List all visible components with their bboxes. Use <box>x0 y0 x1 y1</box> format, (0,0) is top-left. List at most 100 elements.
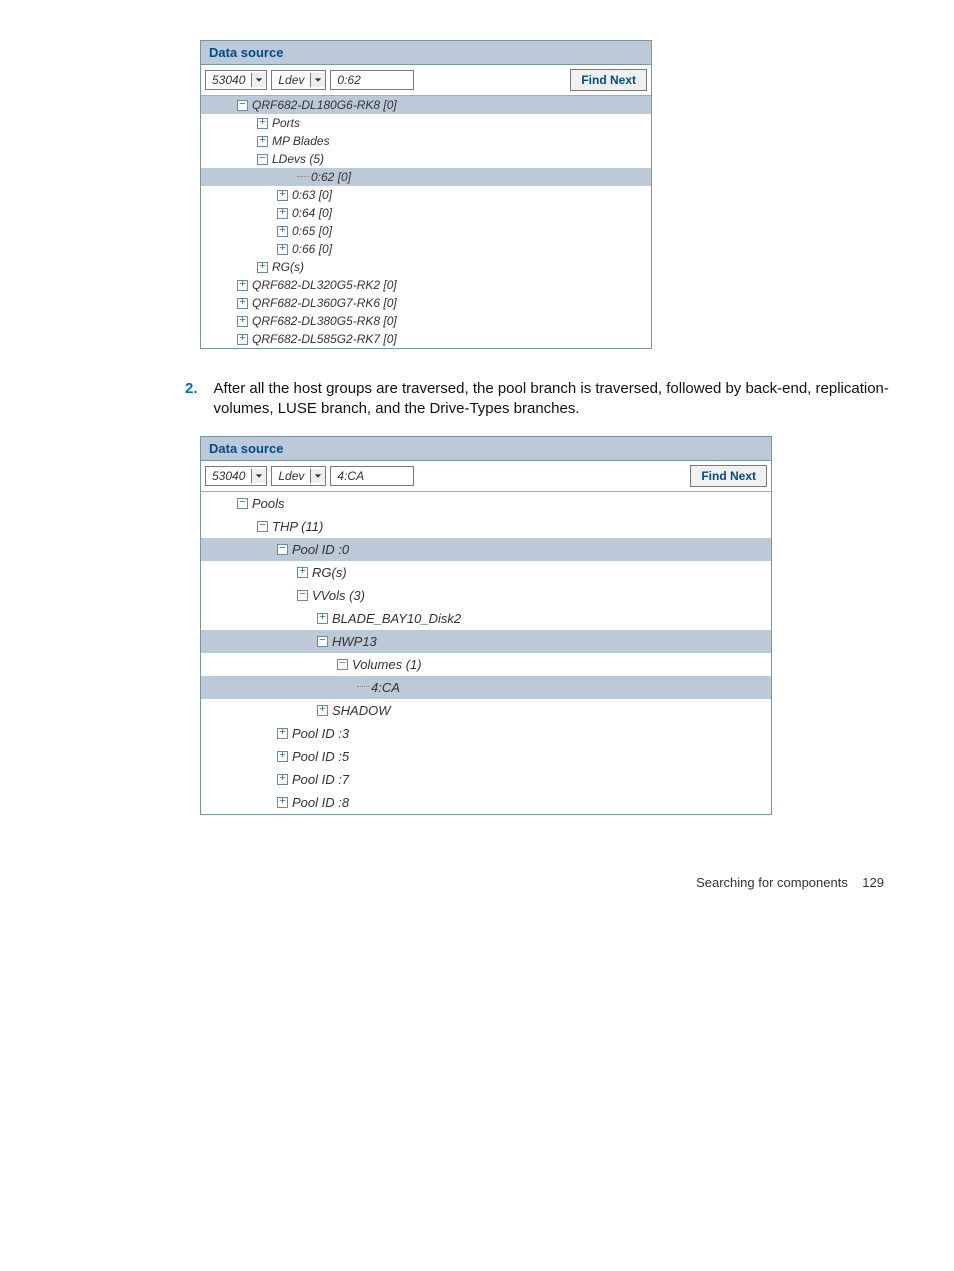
tree-node[interactable]: + Pool ID :8 <box>201 791 771 814</box>
expand-icon[interactable]: + <box>257 136 268 147</box>
search-input[interactable]: 4:CA <box>330 466 414 486</box>
tree-node[interactable]: + RG(s) <box>201 258 651 276</box>
data-source-panel-2: Data source 53040 Ldev 4:CA Find Next <box>200 436 772 815</box>
tree: − Pools − THP (11) − Pool ID :0 + RG(s) … <box>201 492 771 814</box>
tree-node[interactable]: + SHADOW <box>201 699 771 722</box>
tree-node[interactable]: + Pool ID :3 <box>201 722 771 745</box>
expand-icon[interactable]: + <box>277 244 288 255</box>
step-text: After all the host groups are traversed,… <box>214 379 894 420</box>
tree-node[interactable]: + QRF682-DL360G7-RK6 [0] <box>201 294 651 312</box>
collapse-icon[interactable]: − <box>297 590 308 601</box>
array-select[interactable]: 53040 <box>205 70 267 90</box>
expand-icon[interactable]: + <box>237 298 248 309</box>
data-source-panel-1: Data source 53040 Ldev 0:62 Find Next <box>200 40 652 349</box>
tree-node[interactable]: + BLADE_BAY10_Disk2 <box>201 607 771 630</box>
tree-label: 4:CA <box>371 680 400 695</box>
type-select-value: Ldev <box>272 71 310 89</box>
tree-label: Pool ID :8 <box>292 795 349 810</box>
tree-node-selected[interactable]: 0:62 [0] <box>201 168 651 186</box>
tree-node[interactable]: + Ports <box>201 114 651 132</box>
chevron-down-icon <box>310 73 325 87</box>
tree-node[interactable]: − HWP13 <box>201 630 771 653</box>
tree-node[interactable]: + QRF682-DL380G5-RK8 [0] <box>201 312 651 330</box>
toolbar: 53040 Ldev 4:CA Find Next <box>201 461 771 492</box>
tree-label: 0:66 [0] <box>292 242 332 256</box>
array-select[interactable]: 53040 <box>205 466 267 486</box>
tree-label: 0:65 [0] <box>292 224 332 238</box>
expand-icon[interactable]: + <box>237 316 248 327</box>
collapse-icon[interactable]: − <box>277 544 288 555</box>
tree-label: LDevs (5) <box>272 152 324 166</box>
expand-icon[interactable]: + <box>277 797 288 808</box>
type-select[interactable]: Ldev <box>271 70 326 90</box>
collapse-icon[interactable]: − <box>317 636 328 647</box>
collapse-icon[interactable]: − <box>337 659 348 670</box>
expand-icon[interactable]: + <box>317 705 328 716</box>
tree-node[interactable]: + QRF682-DL585G2-RK7 [0] <box>201 330 651 348</box>
tree-label: QRF682-DL585G2-RK7 [0] <box>252 332 397 346</box>
expand-icon[interactable]: + <box>317 613 328 624</box>
tree-label: QRF682-DL380G5-RK8 [0] <box>252 314 397 328</box>
tree-node[interactable]: + 0:66 [0] <box>201 240 651 258</box>
tree-node[interactable]: − VVols (3) <box>201 584 771 607</box>
tree-node[interactable]: − Volumes (1) <box>201 653 771 676</box>
expand-icon[interactable]: + <box>277 190 288 201</box>
tree-label: RG(s) <box>272 260 304 274</box>
tree-node-selected[interactable]: 4:CA <box>201 676 771 699</box>
expand-icon[interactable]: + <box>297 567 308 578</box>
tree-node[interactable]: + Pool ID :5 <box>201 745 771 768</box>
tree-label: THP (11) <box>272 519 323 534</box>
tree-node[interactable]: − Pools <box>201 492 771 515</box>
expand-icon[interactable]: + <box>277 774 288 785</box>
tree-node[interactable]: + 0:65 [0] <box>201 222 651 240</box>
tree-node[interactable]: − THP (11) <box>201 515 771 538</box>
tree-label: Pool ID :5 <box>292 749 349 764</box>
collapse-icon[interactable]: − <box>237 498 248 509</box>
tree-label: 0:62 [0] <box>311 170 351 184</box>
find-next-button[interactable]: Find Next <box>570 69 647 91</box>
tree-label: QRF682-DL180G6-RK8 [0] <box>252 98 397 112</box>
array-select-value: 53040 <box>206 467 251 485</box>
tree-node[interactable]: + 0:63 [0] <box>201 186 651 204</box>
expand-icon[interactable]: + <box>237 334 248 345</box>
collapse-icon[interactable]: − <box>237 100 248 111</box>
expand-icon[interactable]: + <box>257 118 268 129</box>
chevron-down-icon <box>251 469 266 483</box>
tree-node-root[interactable]: − QRF682-DL180G6-RK8 [0] <box>201 96 651 114</box>
tree-node[interactable]: + MP Blades <box>201 132 651 150</box>
expand-icon[interactable]: + <box>257 262 268 273</box>
tree-label: Pool ID :3 <box>292 726 349 741</box>
expand-icon[interactable]: + <box>237 280 248 291</box>
tree-node[interactable]: + Pool ID :7 <box>201 768 771 791</box>
footer-title: Searching for components <box>696 875 848 890</box>
expand-icon[interactable]: + <box>277 751 288 762</box>
expand-icon[interactable]: + <box>277 728 288 739</box>
collapse-icon[interactable]: − <box>257 154 268 165</box>
toolbar: 53040 Ldev 0:62 Find Next <box>201 65 651 96</box>
tree-node[interactable]: + QRF682-DL320G5-RK2 [0] <box>201 276 651 294</box>
tree-label: RG(s) <box>312 565 347 580</box>
page-footer: Searching for components 129 <box>60 875 894 890</box>
array-select-value: 53040 <box>206 71 251 89</box>
tree-label: Pool ID :7 <box>292 772 349 787</box>
type-select-value: Ldev <box>272 467 310 485</box>
find-next-button[interactable]: Find Next <box>690 465 767 487</box>
tree-label: SHADOW <box>332 703 391 718</box>
search-input[interactable]: 0:62 <box>330 70 414 90</box>
tree-label: QRF682-DL320G5-RK2 [0] <box>252 278 397 292</box>
expand-icon[interactable]: + <box>277 208 288 219</box>
tree: − QRF682-DL180G6-RK8 [0] + Ports + MP Bl… <box>201 96 651 348</box>
chevron-down-icon <box>310 469 325 483</box>
tree-label: HWP13 <box>332 634 377 649</box>
tree-label: Pool ID :0 <box>292 542 349 557</box>
tree-node[interactable]: − Pool ID :0 <box>201 538 771 561</box>
tree-label: MP Blades <box>272 134 330 148</box>
tree-node[interactable]: + RG(s) <box>201 561 771 584</box>
tree-node[interactable]: − LDevs (5) <box>201 150 651 168</box>
type-select[interactable]: Ldev <box>271 466 326 486</box>
tree-node[interactable]: + 0:64 [0] <box>201 204 651 222</box>
collapse-icon[interactable]: − <box>257 521 268 532</box>
expand-icon[interactable]: + <box>277 226 288 237</box>
tree-label: BLADE_BAY10_Disk2 <box>332 611 461 626</box>
step-2: 2. After all the host groups are travers… <box>185 379 894 420</box>
